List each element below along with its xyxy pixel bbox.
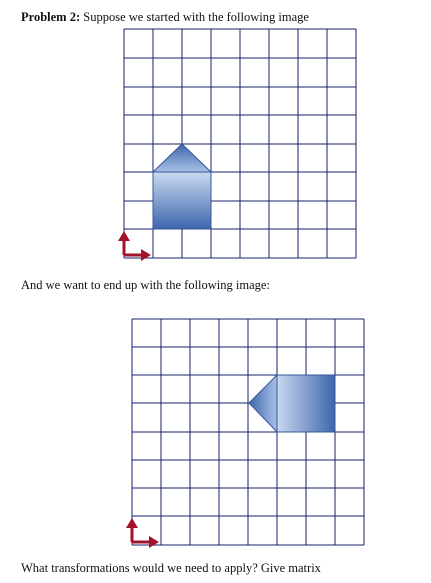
end-image-figure (126, 318, 365, 548)
start-axis-icon (118, 231, 151, 261)
problem-question-line: What transformations would we need to ap… (21, 561, 321, 575)
end-house-roof (248, 373, 278, 434)
problem-intro-line: Problem 2: Suppose we started with the f… (21, 10, 309, 24)
problem-label: Problem 2: (21, 10, 81, 24)
start-image-figure (118, 28, 357, 261)
start-house-shape (151, 143, 213, 230)
problem-middle-line: And we want to end up with the following… (21, 278, 270, 292)
problem-intro-text: Suppose we started with the following im… (83, 10, 309, 24)
end-axis-icon (126, 518, 159, 548)
start-house-body (152, 171, 212, 230)
end-house-shape (248, 373, 336, 434)
start-house-roof (151, 143, 213, 173)
end-house-body (276, 374, 336, 433)
